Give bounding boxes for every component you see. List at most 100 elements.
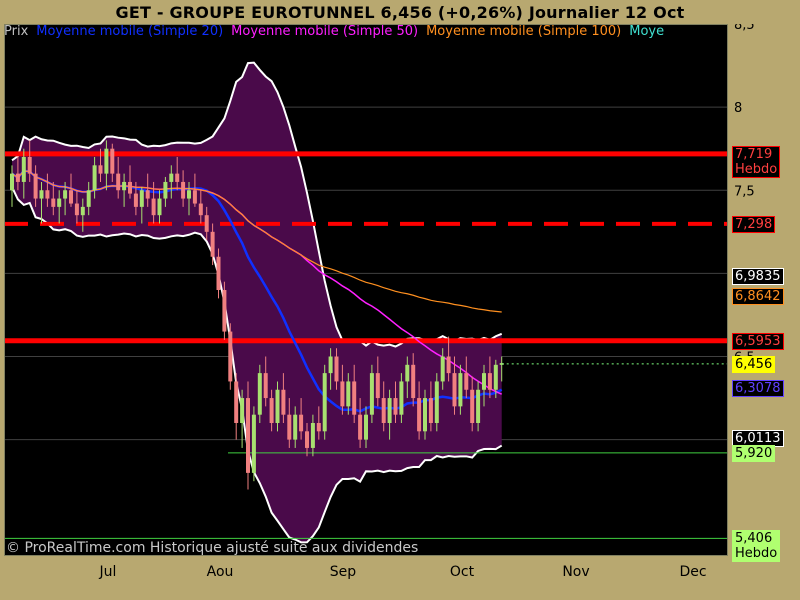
candle-body-66	[399, 381, 404, 415]
price-label-0: 7,719 Hebdo	[732, 145, 781, 178]
candle-body-79	[476, 389, 481, 423]
candle-36	[222, 281, 227, 340]
price-label-2: 6,9835	[732, 268, 784, 286]
candle-41	[251, 406, 256, 482]
candle-body-9	[63, 190, 68, 199]
candle-body-47	[287, 414, 292, 440]
candle-body-37	[228, 331, 233, 382]
candle-body-33	[204, 215, 209, 232]
candle-body-39	[240, 398, 245, 423]
candle-61	[369, 364, 374, 423]
candle-body-7	[51, 198, 56, 207]
candle-body-69	[417, 398, 422, 432]
y-tick-label-1: 8	[734, 101, 742, 116]
candle-body-53	[322, 373, 327, 432]
legend-item-1: Moyenne mobile (Simple 20)	[36, 24, 224, 39]
candle-body-8	[57, 198, 62, 207]
legend-item-0: Prix	[4, 24, 29, 39]
x-tick-label-0: Jul	[99, 564, 117, 580]
candle-body-3	[27, 157, 32, 174]
candle-body-77	[464, 373, 469, 390]
price-label-sub-9: Hebdo	[735, 546, 778, 562]
candle-body-19	[122, 181, 127, 191]
price-label-sub-0: Hebdo	[735, 161, 778, 177]
candle-body-58	[352, 381, 357, 415]
candle-body-20	[128, 181, 132, 194]
candle-body-36	[222, 290, 227, 332]
legend-item-3: Moyenne mobile (Simple 100)	[426, 24, 622, 39]
candle-body-30	[187, 190, 191, 199]
candle-body-81	[487, 373, 492, 390]
candle-body-16	[104, 148, 109, 174]
candle-body-73	[440, 356, 445, 382]
candle-body-2	[21, 157, 26, 182]
chart-plot-area[interactable]: 8,587,576,56JulAouSepOctNovDec	[4, 24, 755, 580]
candle-body-18	[116, 173, 121, 191]
plot-background	[4, 24, 728, 556]
candle-body-43	[263, 373, 268, 399]
candle-body-54	[328, 356, 333, 374]
price-label-6: 6,3078	[732, 380, 784, 398]
candle-body-10	[69, 190, 73, 204]
x-tick-label-2: Sep	[330, 564, 357, 580]
legend-item-2: Moyenne mobile (Simple 50)	[231, 24, 419, 39]
candle-72	[434, 373, 439, 432]
candle-body-75	[452, 373, 457, 407]
candle-body-68	[411, 364, 416, 399]
candle-body-40	[246, 398, 250, 473]
price-label-4: 6,5953	[732, 332, 784, 350]
candle-body-5	[39, 190, 44, 199]
candle-body-4	[33, 173, 38, 199]
chart-title: GET - GROUPE EUROTUNNEL 6,456 (+0,26%) J…	[115, 3, 685, 22]
candle-body-42	[257, 373, 262, 415]
candle-body-35	[216, 256, 221, 290]
candle-body-48	[293, 414, 298, 440]
candle-body-49	[299, 414, 304, 432]
price-label-9: 5,406 Hebdo	[732, 530, 781, 563]
candle-body-76	[458, 373, 463, 407]
candle-body-28	[175, 173, 180, 182]
candle-body-55	[334, 356, 339, 382]
candle-body-41	[251, 414, 256, 473]
candle-body-32	[198, 203, 203, 216]
candle-body-1	[15, 173, 20, 182]
y-tick-label-2: 7,5	[734, 184, 755, 199]
candle-body-26	[163, 181, 168, 199]
candle-37	[228, 323, 233, 390]
candle-body-22	[139, 190, 144, 207]
candle-body-13	[86, 190, 91, 207]
candle-body-62	[375, 373, 380, 399]
x-tick-label-4: Nov	[562, 564, 589, 580]
candle-body-0	[10, 173, 14, 191]
chart-legend: Prix Moyenne mobile (Simple 20) Moyenne mo…	[4, 24, 728, 42]
x-tick-label-3: Oct	[450, 564, 475, 580]
chart-svg: 8,587,576,56JulAouSepOctNovDec	[4, 24, 755, 580]
price-label-8: 5,920	[732, 444, 776, 462]
candle-body-80	[482, 373, 486, 390]
candle-body-14	[92, 165, 97, 191]
price-label-1: 7,298	[732, 215, 776, 233]
candle-body-27	[169, 173, 174, 182]
candle-body-45	[275, 389, 280, 423]
candle-body-17	[110, 148, 115, 174]
candle-body-64	[387, 398, 392, 423]
candle-body-12	[80, 206, 85, 216]
candle-body-52	[316, 423, 321, 432]
legend-item-4: Moye	[629, 24, 665, 39]
candle-body-65	[393, 398, 398, 415]
candle-body-56	[340, 381, 345, 407]
candle-body-11	[74, 203, 79, 216]
candle-body-63	[381, 398, 386, 423]
copyright-notice: © ProRealTime.com Historique ajusté suit…	[6, 540, 419, 556]
candle-body-46	[281, 389, 286, 415]
y-tick-label-0: 8,5	[734, 24, 755, 33]
candle-body-78	[470, 389, 475, 423]
candle-body-59	[358, 414, 363, 440]
candle-body-34	[210, 231, 215, 257]
x-tick-label-1: Aou	[207, 564, 234, 580]
candle-42	[257, 364, 262, 423]
candle-body-38	[234, 381, 239, 423]
candle-body-72	[434, 381, 439, 423]
candle-body-25	[157, 198, 162, 216]
candle-body-50	[305, 431, 309, 448]
